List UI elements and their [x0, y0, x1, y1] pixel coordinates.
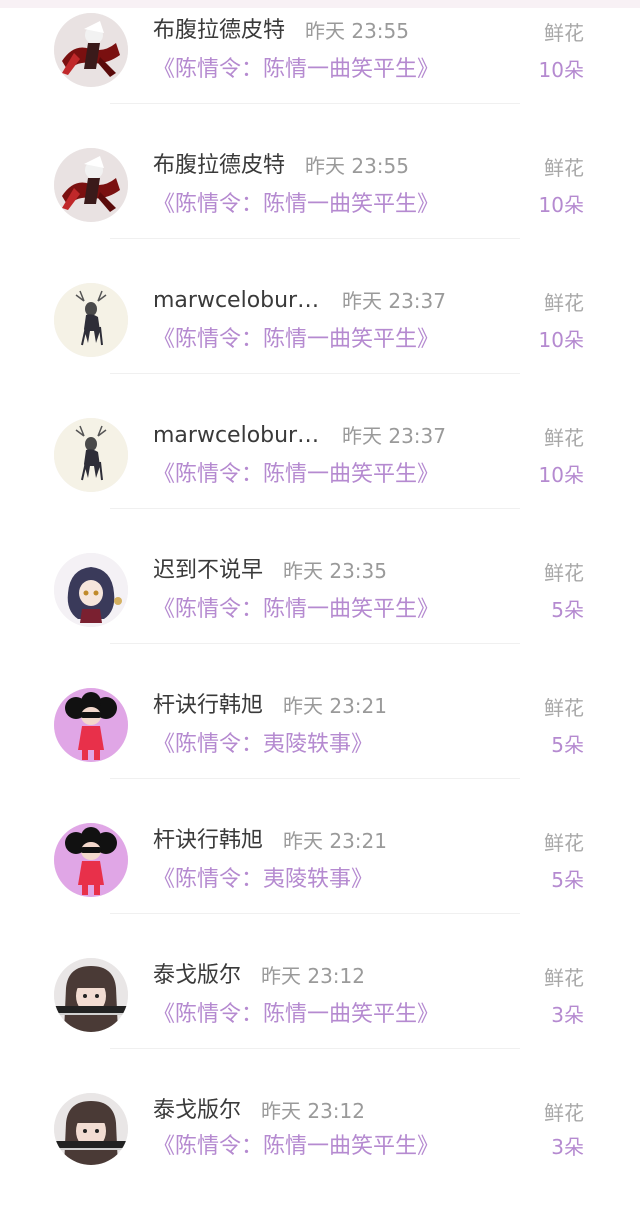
gift-count: 10朵: [538, 193, 584, 217]
avatar[interactable]: [54, 148, 128, 222]
book-title-link[interactable]: 《陈情令：夷陵轶事》: [153, 731, 373, 759]
book-title-link[interactable]: 《陈情令：陈情一曲笑平生》: [153, 191, 439, 219]
gift-count: 3朵: [551, 1003, 584, 1027]
gift-count: 5朵: [551, 598, 584, 622]
deer-avatar-icon: [54, 283, 128, 357]
gift-count: 10朵: [538, 463, 584, 487]
avatar[interactable]: [54, 283, 128, 357]
book-title-link[interactable]: 《陈情令：陈情一曲笑平生》: [153, 1001, 439, 1029]
gift-type-label: 鲜花: [544, 696, 584, 720]
row-divider: [110, 373, 520, 374]
timestamp: 昨天 23:55: [305, 154, 409, 178]
avatar[interactable]: [54, 13, 128, 87]
row-divider: [110, 508, 520, 509]
user-name[interactable]: marwceloburlo...: [153, 422, 323, 450]
portrait-avatar-icon: [54, 1093, 128, 1165]
row-divider: [110, 1048, 520, 1049]
gift-type-label: 鲜花: [544, 561, 584, 585]
timestamp: 昨天 23:21: [283, 694, 387, 718]
timestamp: 昨天 23:55: [305, 19, 409, 43]
avatar[interactable]: [54, 958, 128, 1032]
list-item[interactable]: marwceloburlo... 昨天 23:37 《陈情令：陈情一曲笑平生》 …: [0, 270, 640, 405]
timestamp: 昨天 23:12: [261, 964, 365, 988]
book-title-link[interactable]: 《陈情令：陈情一曲笑平生》: [153, 596, 439, 624]
cartoon-girl-avatar-icon: [54, 688, 128, 762]
red-warrior-avatar-icon: [54, 13, 128, 87]
row-divider: [110, 238, 520, 239]
user-name[interactable]: 布腹拉德皮特: [153, 17, 285, 45]
gift-count: 5朵: [551, 868, 584, 892]
user-name[interactable]: 杆诀行韩旭: [153, 692, 263, 720]
gift-type-label: 鲜花: [544, 426, 584, 450]
row-divider: [110, 778, 520, 779]
gift-type-label: 鲜花: [544, 966, 584, 990]
gift-type-label: 鲜花: [544, 291, 584, 315]
user-name[interactable]: 迟到不说早: [153, 557, 263, 585]
gift-type-label: 鲜花: [544, 831, 584, 855]
gift-count: 10朵: [538, 328, 584, 352]
row-divider: [110, 643, 520, 644]
book-title-link[interactable]: 《陈情令：夷陵轶事》: [153, 866, 373, 894]
list-item[interactable]: marwceloburlo... 昨天 23:37 《陈情令：陈情一曲笑平生》 …: [0, 405, 640, 540]
list-item[interactable]: 迟到不说早 昨天 23:35 《陈情令：陈情一曲笑平生》 鲜花 5朵: [0, 540, 640, 675]
avatar[interactable]: [54, 688, 128, 762]
list-item[interactable]: 泰戈版尔 昨天 23:12 《陈情令：陈情一曲笑平生》 鲜花 3朵: [0, 1080, 640, 1215]
gift-count: 10朵: [538, 58, 584, 82]
timestamp: 昨天 23:37: [342, 289, 446, 313]
book-title-link[interactable]: 《陈情令：陈情一曲笑平生》: [153, 56, 439, 84]
list-item[interactable]: 布腹拉德皮特 昨天 23:55 《陈情令：陈情一曲笑平生》 鲜花 10朵: [0, 0, 640, 135]
gift-type-label: 鲜花: [544, 156, 584, 180]
user-name[interactable]: 布腹拉德皮特: [153, 152, 285, 180]
user-name[interactable]: 杆诀行韩旭: [153, 827, 263, 855]
gift-type-label: 鲜花: [544, 21, 584, 45]
user-name[interactable]: 泰戈版尔: [153, 962, 241, 990]
cartoon-girl-avatar-icon: [54, 823, 128, 897]
gift-count: 5朵: [551, 733, 584, 757]
deer-avatar-icon: [54, 418, 128, 492]
avatar[interactable]: [54, 1093, 128, 1165]
avatar[interactable]: [54, 823, 128, 897]
hooded-girl-avatar-icon: [54, 553, 128, 627]
avatar[interactable]: [54, 553, 128, 627]
row-divider: [110, 913, 520, 914]
gift-type-label: 鲜花: [544, 1101, 584, 1125]
timestamp: 昨天 23:35: [283, 559, 387, 583]
red-warrior-avatar-icon: [54, 148, 128, 222]
user-name[interactable]: marwceloburlo...: [153, 287, 323, 315]
list-item[interactable]: 杆诀行韩旭 昨天 23:21 《陈情令：夷陵轶事》 鲜花 5朵: [0, 810, 640, 945]
row-divider: [110, 103, 520, 104]
timestamp: 昨天 23:21: [283, 829, 387, 853]
avatar[interactable]: [54, 418, 128, 492]
user-name[interactable]: 泰戈版尔: [153, 1097, 241, 1125]
list-item[interactable]: 布腹拉德皮特 昨天 23:55 《陈情令：陈情一曲笑平生》 鲜花 10朵: [0, 135, 640, 270]
list-item[interactable]: 泰戈版尔 昨天 23:12 《陈情令：陈情一曲笑平生》 鲜花 3朵: [0, 945, 640, 1080]
portrait-avatar-icon: [54, 958, 128, 1032]
book-title-link[interactable]: 《陈情令：陈情一曲笑平生》: [153, 461, 439, 489]
timestamp: 昨天 23:12: [261, 1099, 365, 1123]
timestamp: 昨天 23:37: [342, 424, 446, 448]
book-title-link[interactable]: 《陈情令：陈情一曲笑平生》: [153, 1133, 439, 1161]
book-title-link[interactable]: 《陈情令：陈情一曲笑平生》: [153, 326, 439, 354]
gift-count: 3朵: [551, 1135, 584, 1159]
list-item[interactable]: 杆诀行韩旭 昨天 23:21 《陈情令：夷陵轶事》 鲜花 5朵: [0, 675, 640, 810]
